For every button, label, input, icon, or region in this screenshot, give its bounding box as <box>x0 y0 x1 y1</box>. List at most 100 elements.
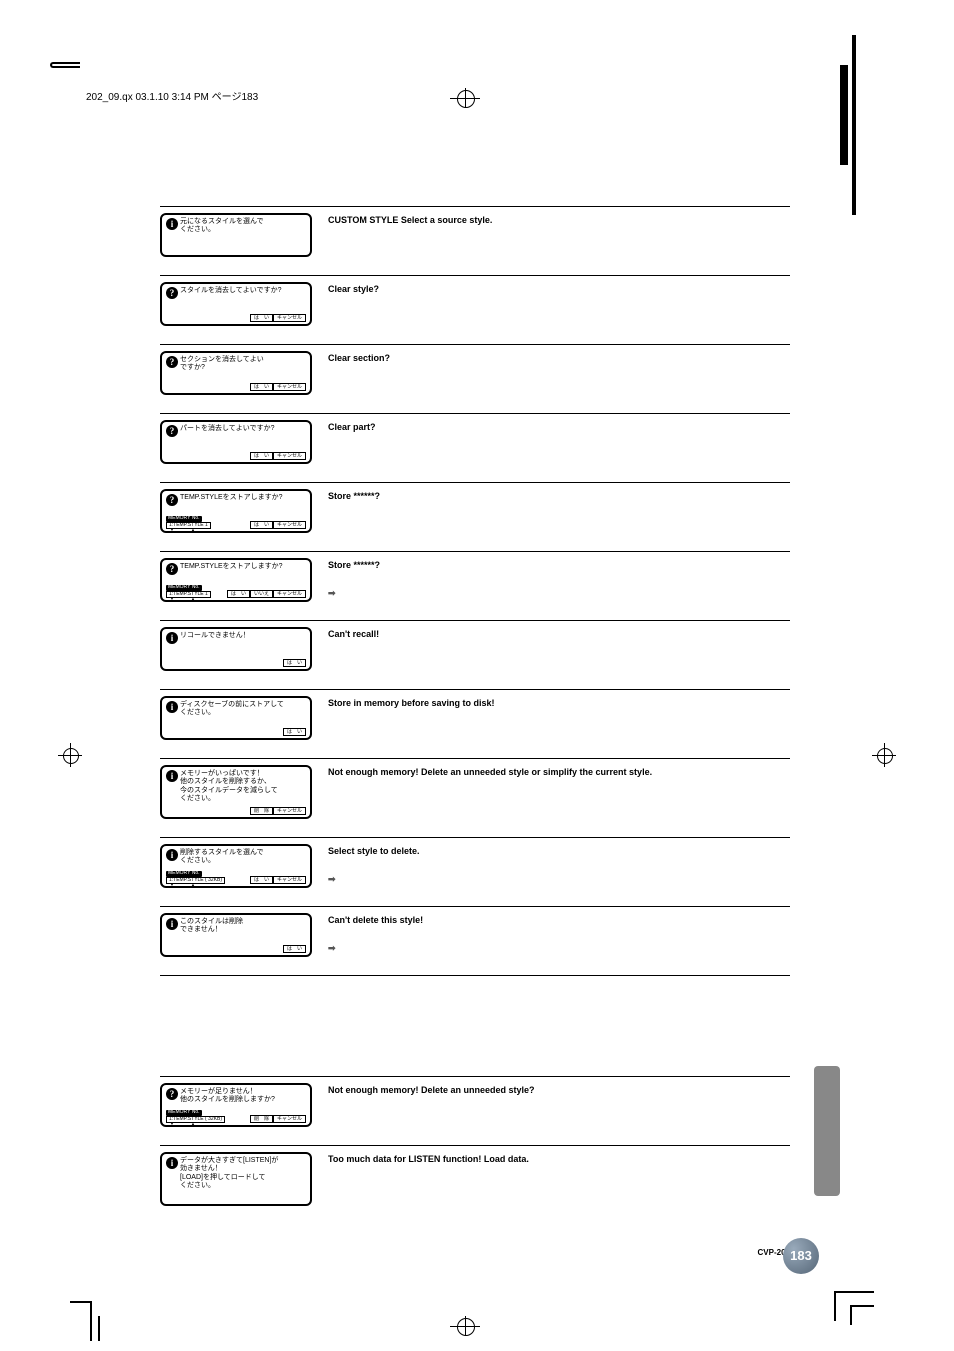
cancel-button[interactable]: キャンセル <box>273 314 306 323</box>
cancel-button[interactable]: キャンセル <box>273 807 306 816</box>
cancel-button[interactable]: キャンセル <box>273 521 306 530</box>
cancel-button[interactable]: キャンセル <box>273 383 306 392</box>
message-row: iリコールできません！は いCan't recall! <box>160 620 790 689</box>
question-icon: ? <box>166 563 178 575</box>
panel-message-jp: 削除するスタイルを選んでください。 <box>180 849 264 866</box>
yes-button[interactable]: は い <box>250 521 273 530</box>
lcd-panel: i元になるスタイルを選んでください。 <box>160 213 312 257</box>
lcd-panel: iこのスタイルは削除できません！は い <box>160 913 312 957</box>
memory-number: MEMORY No.1:TEMP.STYLE 1 <box>166 516 211 529</box>
message-row: ?パートを消去してよいですか? は いキャンセル Clear part? <box>160 413 790 482</box>
yes-button[interactable]: は い <box>283 945 306 954</box>
footer-model: CVP-202 <box>160 1248 790 1257</box>
side-tab <box>814 1066 840 1196</box>
message-desc: Store in memory before saving to disk! <box>320 696 790 740</box>
message-row: iこのスタイルは削除できません！は いCan't delete this sty… <box>160 906 790 975</box>
panel-message-jp: メモリーがいっぱいです！他のスタイルを削除するか、今のスタイルデータを減らしてく… <box>180 770 278 804</box>
lcd-panel: ?メモリーが足りません！他のスタイルを削除しますか? MEMORY No.1:TE… <box>160 1083 312 1127</box>
panel-buttons: 削 除キャンセル <box>250 1115 306 1124</box>
panel-message-jp: セクションを消去してよいですか? <box>180 356 264 373</box>
memory-number: MEMORY No.1:TEMP.STYLE ( 32KB) <box>166 1110 225 1123</box>
corner-mark-tr <box>840 65 848 165</box>
panel-buttons: は いキャンセル <box>250 452 306 461</box>
cancel-button[interactable]: キャンセル <box>273 590 306 599</box>
info-icon: i <box>166 218 178 230</box>
message-desc: Clear part? <box>320 420 790 464</box>
memory-number: MEMORY No.1:TEMP.STYLE ( 32KB) <box>166 871 225 884</box>
message-row: i元になるスタイルを選んでください。CUSTOM STYLE Select a … <box>160 206 790 275</box>
lcd-panel: ?スタイルを消去してよいですか?は いキャンセル <box>160 282 312 326</box>
panel-buttons: は い <box>283 728 306 737</box>
lcd-panel: iデータが大きすぎて[LISTEN]が効きません！[LOAD]を押してロードして… <box>160 1152 312 1206</box>
crop-mark-icon <box>58 743 82 767</box>
section-divider <box>160 975 790 1005</box>
cancel-button[interactable]: キャンセル <box>273 1115 306 1124</box>
question-icon: ? <box>166 356 178 368</box>
panel-message-jp: データが大きすぎて[LISTEN]が効きません！[LOAD]を押してロードしてく… <box>180 1157 278 1191</box>
panel-message-jp: パートを消去してよいですか? <box>180 425 274 433</box>
message-desc: Clear style? <box>320 282 790 326</box>
lcd-panel: ?パートを消去してよいですか? は いキャンセル <box>160 420 312 464</box>
yes-button[interactable]: は い <box>250 876 273 885</box>
panel-message-jp: メモリーが足りません！他のスタイルを削除しますか? <box>180 1088 275 1105</box>
lcd-panel: ?TEMP.STYLEをストアしますか? MEMORY No.1:TEMP.STY… <box>160 489 312 533</box>
message-desc: Can't recall! <box>320 627 790 671</box>
info-icon: i <box>166 770 178 782</box>
panel-message-jp: このスタイルは削除できません！ <box>180 918 243 935</box>
lcd-panel: iメモリーがいっぱいです！他のスタイルを削除するか、今のスタイルデータを減らして… <box>160 765 312 819</box>
memory-number: MEMORY No.1:TEMP.STYLE 1 <box>166 585 211 598</box>
cancel-button[interactable]: キャンセル <box>273 452 306 461</box>
arrow-icon: ➡ <box>328 874 790 885</box>
info-icon: i <box>166 1157 178 1169</box>
message-row: iディスクセーブの前にストアしてください。は いStore in memory … <box>160 689 790 758</box>
message-row: ?セクションを消去してよいですか?は いキャンセルClear section? <box>160 344 790 413</box>
yes-button[interactable]: は い <box>283 659 306 668</box>
message-row: ?メモリーが足りません！他のスタイルを削除しますか? MEMORY No.1:TE… <box>160 1076 790 1145</box>
info-icon: i <box>166 701 178 713</box>
message-desc: Not enough memory! Delete an unneeded st… <box>320 765 790 819</box>
yes-button[interactable]: は い <box>250 314 273 323</box>
message-row: iデータが大きすぎて[LISTEN]が効きません！[LOAD]を押してロードして… <box>160 1145 790 1224</box>
message-row: ?スタイルを消去してよいですか?は いキャンセルClear style? <box>160 275 790 344</box>
message-desc: Store ******?➡ <box>320 558 790 602</box>
crop-mark-icon <box>450 1316 480 1336</box>
question-icon: ? <box>166 494 178 506</box>
page-header: 202_09.qx 03.1.10 3:14 PM ページ183 <box>86 88 258 103</box>
panel-buttons: は いキャンセル <box>250 383 306 392</box>
corner-mark-tl <box>50 62 80 68</box>
cancel-button[interactable]: キャンセル <box>273 876 306 885</box>
lcd-panel: iリコールできません！は い <box>160 627 312 671</box>
delete-button[interactable]: 削 除 <box>250 1115 273 1124</box>
message-desc: Not enough memory! Delete an unneeded st… <box>320 1083 790 1127</box>
panel-buttons: 削 除キャンセル <box>250 807 306 816</box>
no-button[interactable]: いいえ <box>250 590 273 599</box>
message-row: i削除するスタイルを選んでください。 MEMORY No.1:TEMP.STYLE… <box>160 837 790 906</box>
panel-message-jp: TEMP.STYLEをストアしますか? <box>180 494 283 502</box>
message-desc: Can't delete this style!➡ <box>320 913 790 957</box>
question-icon: ? <box>166 287 178 299</box>
yes-button[interactable]: は い <box>250 383 273 392</box>
crop-mark-icon <box>450 88 480 108</box>
lcd-panel: iディスクセーブの前にストアしてください。は い <box>160 696 312 740</box>
yes-button[interactable]: は い <box>250 452 273 461</box>
page-number-badge: 183 <box>783 1238 819 1274</box>
message-desc: Too much data for LISTEN function! Load … <box>320 1152 790 1206</box>
message-row: ?TEMP.STYLEをストアしますか? MEMORY No.1:TEMP.STY… <box>160 551 790 620</box>
lcd-panel: ?TEMP.STYLEをストアしますか? MEMORY No.1:TEMP.STY… <box>160 558 312 602</box>
panel-buttons: は い <box>283 945 306 954</box>
message-desc: Store ******? <box>320 489 790 533</box>
message-row: iメモリーがいっぱいです！他のスタイルを削除するか、今のスタイルデータを減らして… <box>160 758 790 837</box>
message-table-1: i元になるスタイルを選んでください。CUSTOM STYLE Select a … <box>160 206 790 1005</box>
yes-button[interactable]: は い <box>283 728 306 737</box>
question-icon: ? <box>166 425 178 437</box>
lcd-panel: i削除するスタイルを選んでください。 MEMORY No.1:TEMP.STYLE… <box>160 844 312 888</box>
question-icon: ? <box>166 1088 178 1100</box>
panel-message-jp: TEMP.STYLEをストアしますか? <box>180 563 283 571</box>
delete-button[interactable]: 削 除 <box>250 807 273 816</box>
yes-button[interactable]: は い <box>227 590 250 599</box>
info-icon: i <box>166 849 178 861</box>
panel-message-jp: 元になるスタイルを選んでください。 <box>180 218 264 235</box>
lcd-panel: ?セクションを消去してよいですか? は いキャンセル <box>160 351 312 395</box>
crop-mark-icon <box>872 743 896 767</box>
panel-message-jp: リコールできません！ <box>180 632 250 640</box>
